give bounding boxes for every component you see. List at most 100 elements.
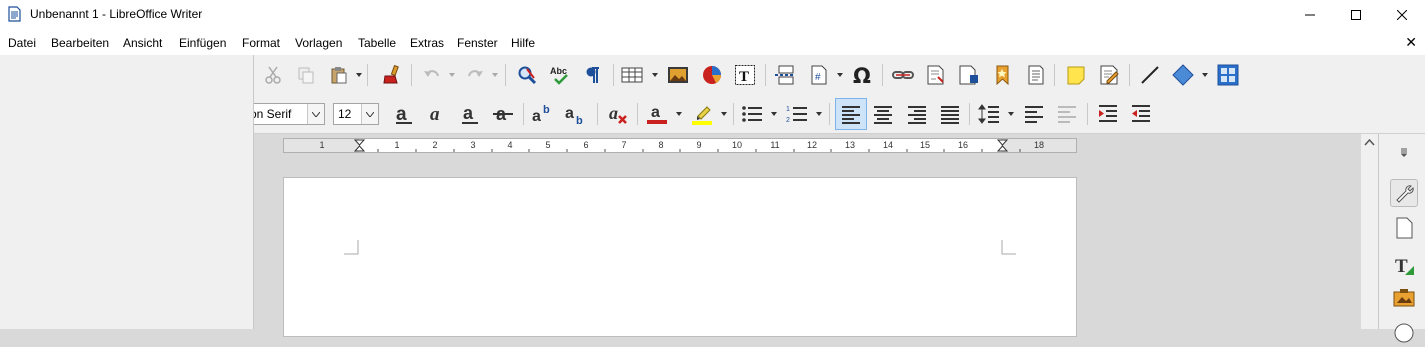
justify-button[interactable] [937,101,963,127]
font-name-combo[interactable]: on Serif [253,103,325,125]
font-color-icon: a [647,104,667,124]
insert-field-button[interactable]: # [806,62,832,88]
page-icon [1396,217,1413,239]
menu-vorlagen[interactable]: Vorlagen [295,36,342,50]
decrease-paragraph-spacing-button[interactable] [1054,101,1080,127]
align-right-icon [908,106,926,124]
insert-textbox-button[interactable]: T [732,62,758,88]
clone-formatting-button[interactable] [378,62,404,88]
separator [1087,103,1088,125]
menu-hilfe[interactable]: Hilfe [511,36,535,50]
align-center-button[interactable] [870,101,896,127]
vertical-scrollbar[interactable] [1361,134,1378,329]
sidebar-gallery-button[interactable] [1390,284,1418,312]
underline-button[interactable]: a [457,101,483,127]
insert-image-button[interactable] [665,62,691,88]
insert-line-button[interactable] [1137,62,1163,88]
minimize-button[interactable] [1287,0,1333,29]
special-character-button[interactable]: Ω [850,62,876,88]
font-color-dropdown[interactable] [675,101,683,127]
font-size-combo[interactable]: 12 [333,103,379,125]
footnote-button[interactable] [923,62,949,88]
highlight-button[interactable] [689,101,715,127]
ruler-number: 2 [432,140,438,150]
font-name-dropdown[interactable] [307,104,324,124]
subscript-button[interactable]: ab [563,101,589,127]
find-replace-button[interactable] [514,62,540,88]
insert-field-dropdown[interactable] [836,62,844,88]
menu-datei[interactable]: Datei [8,36,36,50]
menu-bearbeiten[interactable]: Bearbeiten [51,36,109,50]
menu-format[interactable]: Format [242,36,280,50]
italic-button[interactable]: a [424,101,450,127]
menu-tabelle[interactable]: Tabelle [358,36,396,50]
sidebar-menu-icon [1401,148,1407,157]
sidebar-properties-button[interactable] [1390,179,1418,207]
sidebar-toggle-button[interactable] [1215,62,1241,88]
navigator-icon [1394,323,1414,343]
bookmark-button[interactable] [990,62,1016,88]
line-spacing-dropdown[interactable] [1007,101,1015,127]
increase-indent-button[interactable] [1095,101,1121,127]
bold-button[interactable]: a [391,101,417,127]
horizontal-ruler[interactable]: 1 1 2 3 4 5 6 7 8 9 10 11 12 13 14 15 16… [283,138,1077,153]
font-name-value: on Serif [253,107,292,121]
spellcheck-button[interactable]: Abc [547,62,573,88]
align-left-button[interactable] [835,98,867,130]
undo-dropdown[interactable] [448,62,456,88]
font-size-dropdown[interactable] [361,104,378,124]
page-break-button[interactable] [772,62,798,88]
unordered-list-button[interactable] [739,101,765,127]
sidebar-menu-button[interactable] [1390,140,1418,164]
chevron-down-icon [1202,73,1208,77]
basic-shapes-button[interactable] [1170,62,1196,88]
ruler-number: 8 [658,140,664,150]
document-page[interactable] [283,177,1077,337]
cross-reference-icon [1028,65,1044,85]
svg-text:Ω: Ω [853,64,871,86]
hyperlink-button[interactable] [890,62,916,88]
line-spacing-button[interactable] [976,101,1002,127]
unordered-list-dropdown[interactable] [770,101,778,127]
ordered-list-dropdown[interactable] [815,101,823,127]
endnote-button[interactable] [956,62,982,88]
menu-ansicht[interactable]: Ansicht [123,36,162,50]
increase-paragraph-spacing-button[interactable] [1021,101,1047,127]
menu-extras[interactable]: Extras [410,36,444,50]
ordered-list-button[interactable]: 12 [784,101,810,127]
formatting-marks-button[interactable] [580,62,606,88]
decrease-indent-button[interactable] [1128,101,1154,127]
close-document-button[interactable]: ✕ [1405,34,1417,51]
basic-shapes-dropdown[interactable] [1201,62,1209,88]
redo-button[interactable] [462,62,488,88]
comment-button[interactable] [1063,62,1089,88]
undo-button[interactable] [419,62,445,88]
text-boundary-marks [344,240,1016,255]
menu-fenster[interactable]: Fenster [457,36,498,50]
menu-einfuegen[interactable]: Einfügen [179,36,226,50]
scroll-up-icon[interactable] [1361,134,1378,151]
sidebar-styles-button[interactable]: T [1390,251,1418,279]
paste-button[interactable] [326,62,352,88]
cross-reference-button[interactable] [1023,62,1049,88]
sidebar-page-button[interactable] [1390,214,1418,242]
sidebar-navigator-button[interactable] [1390,319,1418,347]
cut-button[interactable] [260,62,286,88]
svg-text:1: 1 [786,106,790,113]
insert-table-dropdown[interactable] [651,62,659,88]
strikethrough-button[interactable]: a [490,101,516,127]
copy-button[interactable] [293,62,319,88]
close-button[interactable] [1379,0,1425,29]
svg-text:T: T [739,69,749,85]
align-right-button[interactable] [904,101,930,127]
insert-table-button[interactable] [619,62,645,88]
redo-dropdown[interactable] [491,62,499,88]
paste-dropdown[interactable] [355,62,363,88]
maximize-button[interactable] [1333,0,1379,29]
font-color-button[interactable]: a [644,101,670,127]
track-changes-button[interactable] [1096,62,1122,88]
superscript-button[interactable]: ab [530,101,556,127]
insert-chart-button[interactable] [699,62,725,88]
highlight-dropdown[interactable] [720,101,728,127]
clear-formatting-button[interactable]: a [605,101,631,127]
